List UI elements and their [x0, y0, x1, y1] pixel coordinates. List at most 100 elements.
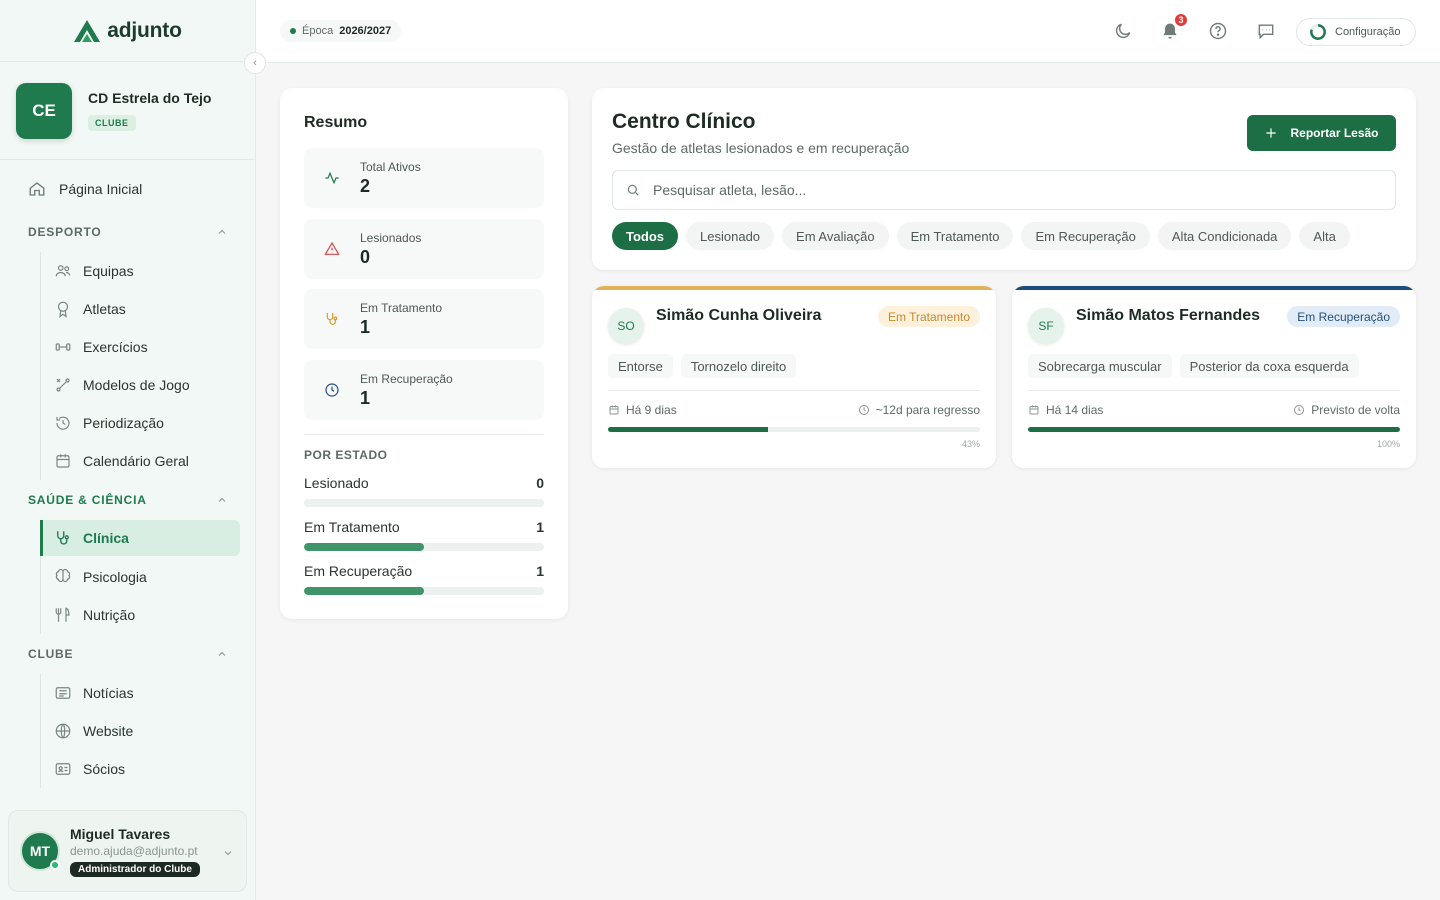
- stat-label: Em Recuperação: [360, 371, 453, 386]
- moon-icon[interactable]: [1113, 21, 1133, 41]
- logo-text: adjunto: [107, 18, 182, 42]
- season-selector[interactable]: Época 2026/2027: [280, 20, 402, 42]
- stat-value: 0: [360, 246, 371, 267]
- message-square-icon[interactable]: [1256, 21, 1276, 41]
- newspaper-icon: [54, 684, 72, 702]
- config-label: Configuração: [1335, 26, 1401, 38]
- recovery-progress-label: 43%: [961, 439, 980, 449]
- sidebar-item-nutricao[interactable]: Nutrição: [41, 596, 240, 634]
- user-initials: MT: [29, 843, 51, 859]
- state-count: 1: [536, 519, 544, 535]
- search-input[interactable]: [653, 182, 1353, 198]
- sidebar-item-atletas[interactable]: Atletas: [41, 290, 240, 328]
- config-button[interactable]: Configuração: [1296, 18, 1416, 46]
- sidebar-item-calendario[interactable]: Calendário Geral: [41, 442, 240, 480]
- injury-type-tag: Entorse: [608, 354, 673, 378]
- injury-location-tag: Posterior da coxa esquerda: [1179, 354, 1359, 378]
- filter-em-avaliacao[interactable]: Em Avaliação: [782, 222, 889, 250]
- stat-value: 1: [360, 387, 371, 408]
- section-saude[interactable]: SAÚDE & CIÊNCIA: [28, 493, 228, 507]
- athlete-card[interactable]: SF Simão Matos Fernandes Em Recuperação …: [1012, 286, 1416, 468]
- page-subtitle: Gestão de atletas lesionados e em recupe…: [612, 140, 910, 156]
- search-icon: [627, 184, 639, 196]
- state-count: 0: [536, 475, 544, 491]
- status-badge: Em Recuperação: [1287, 306, 1400, 327]
- status-accent-bar: [592, 286, 996, 290]
- club-name: CD Estrela do Tejo: [88, 90, 212, 106]
- season-value: 2026/2027: [339, 25, 392, 37]
- top-header: Época 2026/2027 3 Configuração: [256, 0, 1440, 63]
- subnav-clube: Notícias Website Sócios: [40, 674, 240, 788]
- athlete-card[interactable]: SO Simão Cunha Oliveira Em Tratamento En…: [592, 286, 996, 468]
- sidebar-item-label: Modelos de Jogo: [83, 377, 190, 393]
- sidebar-item-label: Psicologia: [83, 569, 147, 585]
- report-injury-button[interactable]: Reportar Lesão: [1247, 115, 1396, 151]
- nav-home-label: Página Inicial: [59, 181, 143, 197]
- recovery-progress-fill: [1028, 427, 1400, 432]
- filter-lesionado[interactable]: Lesionado: [686, 222, 775, 250]
- user-email: demo.ajuda@adjunto.pt: [70, 843, 198, 858]
- sidebar-item-modelos[interactable]: Modelos de Jogo: [41, 366, 240, 404]
- collapse-sidebar-button[interactable]: ‹: [244, 52, 266, 74]
- return-eta-text: ~12d para regresso: [875, 403, 980, 417]
- chevron-down-icon: [224, 851, 232, 856]
- filter-alta-condicionada[interactable]: Alta Condicionada: [1157, 222, 1292, 250]
- sidebar-item-periodizacao[interactable]: Periodização: [41, 404, 240, 442]
- user-card[interactable]: MT Miguel Tavares demo.ajuda@adjunto.pt …: [8, 810, 247, 892]
- progress-ring-icon: [1310, 24, 1326, 40]
- return-eta-text: Previsto de volta: [1311, 403, 1400, 417]
- sidebar-item-label: Exercícios: [83, 339, 148, 355]
- report-injury-label: Reportar Lesão: [1290, 126, 1379, 140]
- by-state-title: POR ESTADO: [304, 448, 388, 462]
- sidebar-item-socios[interactable]: Sócios: [41, 750, 240, 788]
- filter-em-tratamento[interactable]: Em Tratamento: [896, 222, 1014, 250]
- chevron-up-icon: [218, 497, 226, 502]
- app-logo[interactable]: adjunto: [0, 0, 255, 62]
- filter-todos[interactable]: Todos: [612, 222, 679, 250]
- state-count: 1: [536, 563, 544, 579]
- injury-since-text: Há 14 dias: [1046, 403, 1104, 417]
- page-title: Centro Clínico: [612, 110, 756, 133]
- athlete-avatar: SO: [608, 308, 644, 344]
- calendar-icon: [54, 452, 72, 470]
- subnav-desporto: Equipas Atletas Exercícios Modelos de Jo…: [40, 252, 240, 480]
- alert-triangle-icon: [324, 241, 340, 255]
- card-divider: [1028, 390, 1400, 391]
- section-saude-title: SAÚDE & CIÊNCIA: [28, 493, 147, 507]
- state-row-lesionado: Lesionado 0: [304, 475, 544, 507]
- user-role-badge: Administrador do Clube: [70, 861, 200, 877]
- season-dot: [290, 28, 296, 34]
- sidebar-item-noticias[interactable]: Notícias: [41, 674, 240, 712]
- sidebar-item-website[interactable]: Website: [41, 712, 240, 750]
- dumbbell-icon: [54, 338, 72, 356]
- stat-value: 2: [360, 175, 371, 196]
- section-clube[interactable]: CLUBE: [28, 647, 228, 661]
- sidebar-item-exercicios[interactable]: Exercícios: [41, 328, 240, 366]
- summary-title: Resumo: [304, 114, 368, 131]
- sidebar-item-clinica[interactable]: Clínica: [40, 520, 240, 556]
- filter-alta[interactable]: Alta: [1299, 222, 1350, 250]
- stat-label: Total Ativos: [360, 159, 421, 174]
- summary-panel: Resumo Total Ativos 2 Lesionados 0 Em Trat…: [280, 88, 568, 619]
- user-name: Miguel Tavares: [70, 825, 171, 842]
- injury-since: Há 9 dias: [608, 403, 677, 417]
- sidebar-item-equipas[interactable]: Equipas: [41, 252, 240, 290]
- filter-em-recuperacao[interactable]: Em Recuperação: [1021, 222, 1150, 250]
- help-circle-icon[interactable]: [1208, 21, 1228, 41]
- club-switcher[interactable]: CE CD Estrela do Tejo CLUBE: [0, 62, 255, 160]
- history-icon: [54, 414, 72, 432]
- return-eta: Previsto de volta: [1293, 403, 1400, 417]
- sidebar-item-label: Calendário Geral: [83, 453, 189, 469]
- sidebar: adjunto CE CD Estrela do Tejo CLUBE Pági…: [0, 0, 256, 900]
- athlete-name: Simão Cunha Oliveira: [656, 307, 822, 324]
- sidebar-item-psicologia[interactable]: Psicologia: [41, 558, 240, 596]
- chevron-up-icon: [218, 651, 226, 656]
- card-divider: [608, 390, 980, 391]
- season-label: Época: [302, 25, 334, 37]
- injury-since-text: Há 9 dias: [626, 403, 677, 417]
- state-progress-bar: [304, 499, 544, 507]
- section-desporto[interactable]: DESPORTO: [28, 225, 228, 239]
- injury-type-tag: Sobrecarga muscular: [1028, 354, 1172, 378]
- state-progress-fill: [304, 543, 424, 551]
- nav-home[interactable]: Página Inicial: [28, 180, 142, 198]
